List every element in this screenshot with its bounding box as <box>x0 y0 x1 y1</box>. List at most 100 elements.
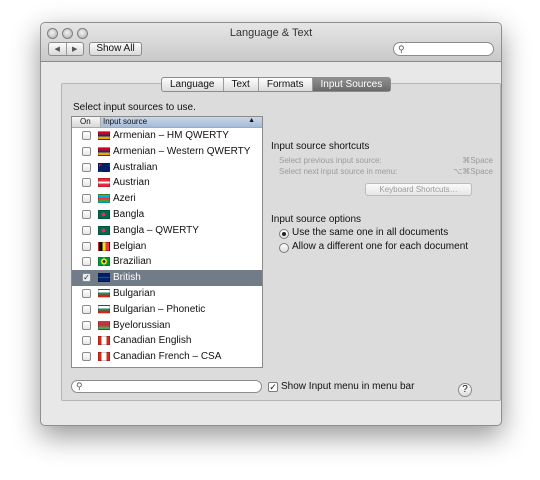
enable-source-checkbox[interactable] <box>82 336 91 346</box>
input-source-label: Armenian – Western QWERTY <box>113 145 251 157</box>
brazil-flag-icon <box>98 257 110 267</box>
armenia-flag-icon <box>98 131 110 140</box>
tab-formats[interactable]: Formats <box>257 78 312 91</box>
next-source-key: ⌥⌘Space <box>453 167 493 176</box>
search-icon: ⚲ <box>398 44 405 54</box>
armenia-flag-icon <box>98 146 110 156</box>
help-button[interactable]: ? <box>458 383 472 397</box>
instruction-label: Select input sources to use. <box>73 102 196 113</box>
list-item[interactable]: Bulgarian – Phonetic <box>72 302 262 318</box>
list-item[interactable]: Byelorussian <box>72 318 262 334</box>
list-item[interactable]: Australian <box>72 160 262 176</box>
canada-csa-flag-icon <box>98 352 110 362</box>
show-input-menu-checkbox[interactable]: ✓ <box>268 382 278 392</box>
input-source-label: Canadian French – CSA <box>113 351 222 363</box>
list-rows: Armenian – HM QWERTY Armenian – Western Q… <box>72 128 262 365</box>
same-in-all-documents-label: Use the same one in all documents <box>292 227 449 238</box>
show-all-button[interactable]: Show All <box>89 42 142 56</box>
tab-language[interactable]: Language <box>162 78 223 91</box>
australia-flag-icon <box>98 162 110 172</box>
enable-source-checkbox[interactable] <box>82 304 91 314</box>
enable-source-checkbox[interactable] <box>82 320 91 330</box>
input-source-label: Bangla <box>113 208 145 220</box>
input-source-label: Bulgarian <box>113 287 156 299</box>
input-source-search-field[interactable]: ⚲ <box>71 380 262 393</box>
column-header-input-source[interactable]: Input source ▲ <box>100 117 262 127</box>
enable-source-checkbox[interactable] <box>82 131 91 140</box>
enable-source-checkbox[interactable]: ✓ <box>82 273 91 283</box>
enable-source-checkbox[interactable] <box>82 288 91 298</box>
search-field[interactable]: ⚲ <box>393 42 494 56</box>
list-item[interactable]: Canadian French – CSA <box>72 349 262 365</box>
enable-source-checkbox[interactable] <box>82 352 91 362</box>
list-item[interactable]: Armenian – Western QWERTY <box>72 144 262 160</box>
enable-source-checkbox[interactable] <box>82 225 91 235</box>
list-item[interactable]: Canadian English <box>72 333 262 349</box>
input-source-list[interactable]: On Input source ▲ Armenian – HM QWERTY Ar… <box>71 116 263 368</box>
previous-source-key: ⌘Space <box>462 156 493 165</box>
list-item[interactable]: Azeri <box>72 191 262 207</box>
tab-bar: Language Text Formats Input Sources <box>161 77 392 92</box>
search-icon: ⚲ <box>76 381 83 391</box>
list-item[interactable]: Belgian <box>72 239 262 255</box>
options-heading: Input source options <box>271 214 362 225</box>
input-source-label: Austrian <box>113 177 150 189</box>
uk-flag-icon <box>98 273 110 283</box>
input-source-label: Armenian – HM QWERTY <box>113 130 229 141</box>
list-item[interactable]: Bulgarian <box>72 286 262 302</box>
enable-source-checkbox[interactable] <box>82 146 91 156</box>
azerbaijan-flag-icon <box>98 194 110 204</box>
enable-source-checkbox[interactable] <box>82 241 91 251</box>
sort-ascending-icon: ▲ <box>248 117 255 124</box>
show-input-menu-label: Show Input menu in menu bar <box>281 381 415 392</box>
bulgaria-flag-icon <box>98 304 110 314</box>
next-source-label: Select next input source in menu: <box>279 167 398 176</box>
enable-source-checkbox[interactable] <box>82 178 91 188</box>
list-item[interactable]: Bangla <box>72 207 262 223</box>
enable-source-checkbox[interactable] <box>82 194 91 204</box>
forward-arrow-icon[interactable]: ▶ <box>65 43 84 55</box>
canada-flag-icon <box>98 336 110 346</box>
input-source-label: Bangla – QWERTY <box>113 224 199 236</box>
input-source-label: Australian <box>113 161 158 173</box>
window-content: Language Text Formats Input Sources Select … <box>41 62 501 425</box>
different-per-document-radio[interactable] <box>279 243 289 253</box>
shortcuts-heading: Input source shortcuts <box>271 141 370 152</box>
tab-text[interactable]: Text <box>222 78 258 91</box>
back-forward-control: ◀ ▶ <box>48 42 84 56</box>
next-source-row: Select next input source in menu: ⌥⌘Spac… <box>279 167 493 176</box>
keyboard-shortcuts-button[interactable]: Keyboard Shortcuts… <box>365 183 472 196</box>
bulgaria-flag-icon <box>98 288 110 298</box>
list-item[interactable]: Brazilian <box>72 254 262 270</box>
belgium-flag-icon <box>98 241 110 251</box>
list-item[interactable]: Armenian – HM QWERTY <box>72 128 262 144</box>
bangla-flag-icon <box>98 209 110 219</box>
input-source-label: Brazilian <box>113 256 152 268</box>
enable-source-checkbox[interactable] <box>82 162 91 172</box>
different-per-document-label: Allow a different one for each document <box>292 241 469 252</box>
list-item[interactable]: Bangla – QWERTY <box>72 223 262 239</box>
tab-input-sources[interactable]: Input Sources <box>311 78 391 91</box>
same-in-all-documents-radio[interactable] <box>279 229 289 239</box>
input-source-label: Bulgarian – Phonetic <box>113 303 206 315</box>
back-arrow-icon[interactable]: ◀ <box>49 43 66 55</box>
input-source-label: British <box>113 272 141 284</box>
previous-source-row: Select previous input source: ⌘Space <box>279 156 493 165</box>
list-item[interactable]: Austrian <box>72 175 262 191</box>
title-bar: Language & Text ◀ ▶ Show All ⚲ <box>41 23 501 62</box>
column-header-on[interactable]: On <box>80 117 91 126</box>
list-item[interactable]: ✓ British <box>72 270 262 286</box>
list-header: On Input source ▲ <box>72 117 262 128</box>
preferences-window: Language & Text ◀ ▶ Show All ⚲ Language T… <box>40 22 502 426</box>
enable-source-checkbox[interactable] <box>82 257 91 267</box>
austria-flag-icon <box>98 178 110 188</box>
column-header-label: Input source <box>103 117 148 126</box>
belarus-flag-icon <box>98 320 110 330</box>
input-source-label: Belgian <box>113 240 147 252</box>
previous-source-label: Select previous input source: <box>279 156 382 165</box>
enable-source-checkbox[interactable] <box>82 209 91 219</box>
input-source-label: Canadian English <box>113 335 192 347</box>
input-source-label: Byelorussian <box>113 319 171 331</box>
window-title: Language & Text <box>229 27 313 39</box>
bangla-flag-icon <box>98 225 110 235</box>
